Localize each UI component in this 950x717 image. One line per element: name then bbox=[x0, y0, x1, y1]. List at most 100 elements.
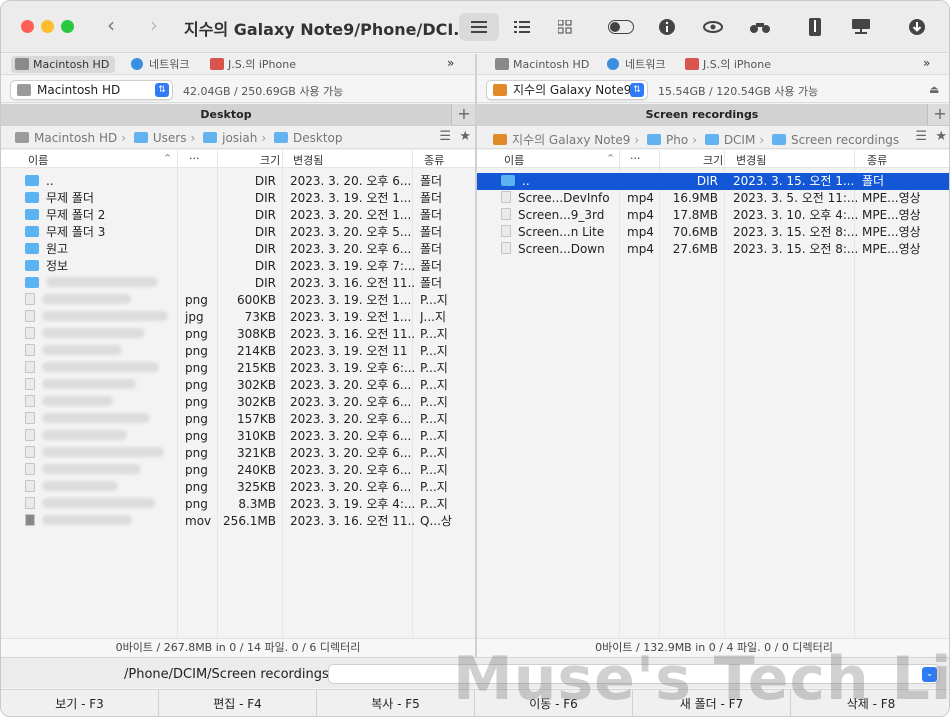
redacted-name bbox=[42, 311, 168, 321]
copy-button[interactable]: 복사 - F5 bbox=[317, 690, 475, 716]
crumb-screen-recordings[interactable]: Screen recordings bbox=[791, 133, 899, 147]
zoom-window-button[interactable] bbox=[61, 20, 74, 33]
table-row[interactable]: DIR 2023. 3. 16. 오전 11... 폴더 bbox=[1, 275, 475, 292]
star-icon[interactable]: ★ bbox=[459, 129, 471, 144]
column-modified[interactable]: 변경됨 bbox=[293, 152, 323, 168]
star-icon[interactable]: ★ bbox=[935, 129, 947, 144]
crumb-users[interactable]: Users bbox=[153, 131, 187, 145]
grid-view-icon[interactable] bbox=[545, 13, 585, 41]
add-tab-button[interactable]: + bbox=[453, 104, 475, 126]
table-row[interactable]: png 325KB 2023. 3. 20. 오후 6... P...지 bbox=[1, 479, 475, 496]
table-row[interactable]: Scree...DevInfo mp4 16.9MB 2023. 3. 5. 오전 1… bbox=[477, 190, 949, 207]
table-row[interactable]: mov 256.1MB 2023. 3. 16. 오전 11... Q...상 bbox=[1, 513, 475, 530]
file-size: 600KB bbox=[236, 293, 276, 307]
folder-icon bbox=[25, 175, 39, 186]
column-ext[interactable]: ··· bbox=[189, 152, 200, 165]
table-row[interactable]: png 310KB 2023. 3. 20. 오후 6... P...지 bbox=[1, 428, 475, 445]
crumb-phone[interactable]: Pho bbox=[666, 133, 688, 147]
toggle-hidden-files-icon[interactable] bbox=[601, 13, 641, 41]
eject-icon[interactable]: ⏏ bbox=[929, 83, 939, 96]
file-size: DIR bbox=[254, 174, 276, 188]
right-volume-select[interactable]: 지수의 Galaxy Note9 ⇅ bbox=[486, 80, 648, 100]
column-name[interactable]: 이름 bbox=[504, 152, 524, 168]
column-modified[interactable]: 변경됨 bbox=[736, 152, 766, 168]
drive-macintosh-hd[interactable]: Macintosh HD bbox=[11, 56, 116, 73]
add-tab-button[interactable]: + bbox=[929, 104, 949, 126]
crumb-desktop[interactable]: Desktop bbox=[293, 131, 343, 145]
redacted-name bbox=[42, 413, 150, 423]
tab-desktop[interactable]: Desktop bbox=[1, 104, 452, 126]
back-arrow-icon[interactable]: ‹ bbox=[107, 13, 115, 37]
delete-button[interactable]: 삭제 - F8 bbox=[791, 690, 949, 716]
command-input[interactable]: ⌄ bbox=[328, 664, 940, 684]
drive-network[interactable]: 네트워크 bbox=[127, 56, 195, 73]
table-row[interactable]: .. DIR 2023. 3. 15. 오전 1... 폴더 bbox=[477, 173, 949, 190]
hamburger-menu-icon[interactable]: ☰ bbox=[915, 129, 927, 144]
crumb-josiah[interactable]: josiah bbox=[222, 131, 257, 145]
crumb-macintosh-hd[interactable]: Macintosh HD bbox=[34, 131, 117, 145]
table-row[interactable]: png 240KB 2023. 3. 20. 오후 6... P...지 bbox=[1, 462, 475, 479]
drive-network[interactable]: 네트워크 bbox=[603, 56, 671, 73]
forward-arrow-icon[interactable]: › bbox=[150, 13, 158, 37]
drive-iphone[interactable]: J.S.의 iPhone bbox=[681, 56, 777, 73]
table-row[interactable]: png 302KB 2023. 3. 20. 오후 6... P...지 bbox=[1, 394, 475, 411]
chevron-down-icon[interactable]: ⌄ bbox=[922, 667, 937, 682]
table-row[interactable]: png 308KB 2023. 3. 16. 오전 11... P...지 bbox=[1, 326, 475, 343]
minimize-window-button[interactable] bbox=[41, 20, 54, 33]
binoculars-icon[interactable] bbox=[740, 13, 780, 41]
table-row[interactable]: png 8.3MB 2023. 3. 19. 오후 4:... P...지 bbox=[1, 496, 475, 513]
table-row[interactable]: png 157KB 2023. 3. 20. 오후 6... P...지 bbox=[1, 411, 475, 428]
table-row[interactable]: 무제 폴더 DIR 2023. 3. 19. 오전 1... 폴더 bbox=[1, 190, 475, 207]
list-view-icon[interactable] bbox=[459, 13, 499, 41]
view-button[interactable]: 보기 - F3 bbox=[1, 690, 159, 716]
left-status: 0바이트 / 267.8MB in 0 / 14 파일. 0 / 6 디렉터리 bbox=[1, 638, 475, 656]
table-row[interactable]: jpg 73KB 2023. 3. 19. 오전 1... J...지 bbox=[1, 309, 475, 326]
file-icon bbox=[25, 446, 35, 458]
tab-screen-recordings[interactable]: Screen recordings bbox=[477, 104, 928, 126]
hamburger-menu-icon[interactable]: ☰ bbox=[439, 129, 451, 144]
file-kind: P...지 bbox=[420, 412, 448, 426]
table-row[interactable]: 원고 DIR 2023. 3. 20. 오후 6... 폴더 bbox=[1, 241, 475, 258]
table-row[interactable]: Screen...9_3rd mp4 17.8MB 2023. 3. 10. 오후 4… bbox=[477, 207, 949, 224]
column-kind[interactable]: 종류 bbox=[867, 152, 887, 168]
table-row[interactable]: 무제 폴더 2 DIR 2023. 3. 20. 오전 1... 폴더 bbox=[1, 207, 475, 224]
file-name: .. bbox=[522, 174, 530, 188]
network-drive-icon[interactable] bbox=[841, 13, 881, 41]
move-button[interactable]: 이동 - F6 bbox=[475, 690, 633, 716]
detail-view-icon[interactable] bbox=[502, 13, 542, 41]
table-row[interactable]: png 321KB 2023. 3. 20. 오후 6... P...지 bbox=[1, 445, 475, 462]
file-size: 214KB bbox=[236, 344, 276, 358]
column-size[interactable]: 크기 bbox=[260, 152, 280, 168]
table-row[interactable]: png 215KB 2023. 3. 19. 오후 6:... P...지 bbox=[1, 360, 475, 377]
table-row[interactable]: 무제 폴더 3 DIR 2023. 3. 20. 오후 5... 폴더 bbox=[1, 224, 475, 241]
new-folder-button[interactable]: 새 폴더 - F7 bbox=[633, 690, 791, 716]
redacted-name bbox=[42, 498, 155, 508]
column-size[interactable]: 크기 bbox=[703, 152, 723, 168]
table-row[interactable]: png 302KB 2023. 3. 20. 오후 6... P...지 bbox=[1, 377, 475, 394]
close-window-button[interactable] bbox=[21, 20, 34, 33]
table-row[interactable]: Screen...n Lite mp4 70.6MB 2023. 3. 15. 오전 … bbox=[477, 224, 949, 241]
download-icon[interactable] bbox=[897, 13, 937, 41]
table-row[interactable]: png 600KB 2023. 3. 19. 오전 1... P...지 bbox=[1, 292, 475, 309]
column-kind[interactable]: 종류 bbox=[424, 152, 444, 168]
table-row[interactable]: Screen...Down mp4 27.6MB 2023. 3. 15. 오전 8:… bbox=[477, 241, 949, 258]
crumb-dcim[interactable]: DCIM bbox=[724, 133, 756, 147]
table-row[interactable]: png 214KB 2023. 3. 19. 오전 11 P...지 bbox=[1, 343, 475, 360]
more-drives-icon[interactable]: » bbox=[923, 56, 930, 70]
column-ext[interactable]: ··· bbox=[630, 152, 641, 165]
more-drives-icon[interactable]: » bbox=[447, 56, 454, 70]
eye-icon[interactable] bbox=[693, 13, 733, 41]
file-icon bbox=[25, 395, 35, 407]
right-free-space: 15.54GB / 120.54GB 사용 가능 bbox=[658, 85, 819, 98]
file-date: 2023. 3. 19. 오후 7:... bbox=[290, 259, 414, 273]
column-name[interactable]: 이름 bbox=[28, 152, 48, 168]
archive-icon[interactable] bbox=[795, 13, 835, 41]
drive-macintosh-hd[interactable]: Macintosh HD bbox=[491, 56, 595, 73]
crumb-device[interactable]: 지수의 Galaxy Note9 bbox=[512, 133, 630, 147]
left-volume-select[interactable]: Macintosh HD ⇅ bbox=[10, 80, 173, 100]
table-row[interactable]: .. DIR 2023. 3. 20. 오후 6... 폴더 bbox=[1, 173, 475, 190]
table-row[interactable]: 정보 DIR 2023. 3. 19. 오후 7:... 폴더 bbox=[1, 258, 475, 275]
info-icon[interactable] bbox=[647, 13, 687, 41]
edit-button[interactable]: 편집 - F4 bbox=[159, 690, 317, 716]
drive-iphone[interactable]: J.S.의 iPhone bbox=[206, 56, 302, 73]
